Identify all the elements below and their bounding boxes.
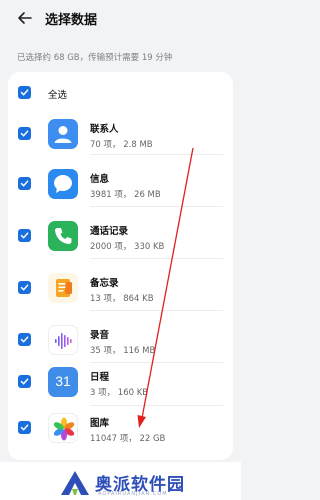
divider [90, 154, 223, 155]
watermark-url: AOPAIRUANJIAN.COM [98, 491, 168, 497]
data-list-card: 全选 联系人 70 项， 2.8 MB 信息 3981 项， 26 MB 通话记… [8, 72, 233, 460]
item-name: 日程 [90, 372, 110, 383]
watermark-logo-icon [61, 471, 89, 495]
item-name: 图库 [90, 418, 110, 429]
back-arrow-icon[interactable] [16, 9, 34, 27]
item-name: 录音 [90, 330, 110, 341]
checkbox[interactable] [18, 229, 31, 242]
list-item-calendar[interactable]: 31 日程 3 项， 160 KB [8, 362, 233, 406]
divider [90, 258, 223, 259]
list-item-contacts[interactable]: 联系人 70 项， 2.8 MB [8, 114, 233, 155]
list-item-call-log[interactable]: 通话记录 2000 项， 330 KB [8, 216, 233, 259]
header-bar: 选择数据 [0, 0, 241, 36]
calendar-icon: 31 [48, 367, 78, 397]
gallery-icon [48, 413, 78, 443]
item-name: 通话记录 [90, 226, 129, 237]
item-meta: 13 项， 864 KB [90, 294, 154, 304]
divider [90, 405, 223, 406]
recorder-icon [48, 325, 78, 355]
item-meta: 70 项， 2.8 MB [90, 140, 153, 150]
checkbox[interactable] [18, 281, 31, 294]
list-item-messages[interactable]: 信息 3981 项， 26 MB [8, 164, 233, 207]
item-name: 联系人 [90, 124, 119, 135]
item-name: 信息 [90, 174, 110, 185]
checkbox[interactable] [18, 421, 31, 434]
checkbox[interactable] [18, 127, 31, 140]
calendar-day-number: 31 [55, 373, 71, 389]
contacts-icon [48, 119, 78, 149]
item-meta: 35 项， 116 MB [90, 346, 156, 356]
item-meta: 11047 项， 22 GB [90, 434, 166, 444]
select-all-checkbox[interactable] [18, 86, 31, 99]
list-item-notes[interactable]: 备忘录 13 项， 864 KB [8, 268, 233, 311]
list-item-recorder[interactable]: 录音 35 项， 116 MB [8, 320, 233, 363]
phone-icon [48, 221, 78, 251]
divider [90, 310, 223, 311]
checkbox[interactable] [18, 375, 31, 388]
select-all-row[interactable]: 全选 [8, 82, 233, 102]
list-item-gallery[interactable]: 图库 11047 项， 22 GB [8, 408, 233, 448]
item-meta: 2000 项， 330 KB [90, 242, 165, 252]
selection-summary: 已选择约 68 GB，传输预计需要 19 分钟 [17, 53, 173, 63]
select-all-label: 全选 [48, 90, 68, 101]
checkbox[interactable] [18, 177, 31, 190]
divider [90, 206, 223, 207]
page-title: 选择数据 [45, 13, 98, 28]
notes-icon [48, 273, 78, 303]
messages-icon [48, 169, 78, 199]
checkbox[interactable] [18, 333, 31, 346]
item-name: 备忘录 [90, 278, 119, 289]
item-meta: 3 项， 160 KB [90, 388, 149, 398]
item-meta: 3981 项， 26 MB [90, 190, 161, 200]
